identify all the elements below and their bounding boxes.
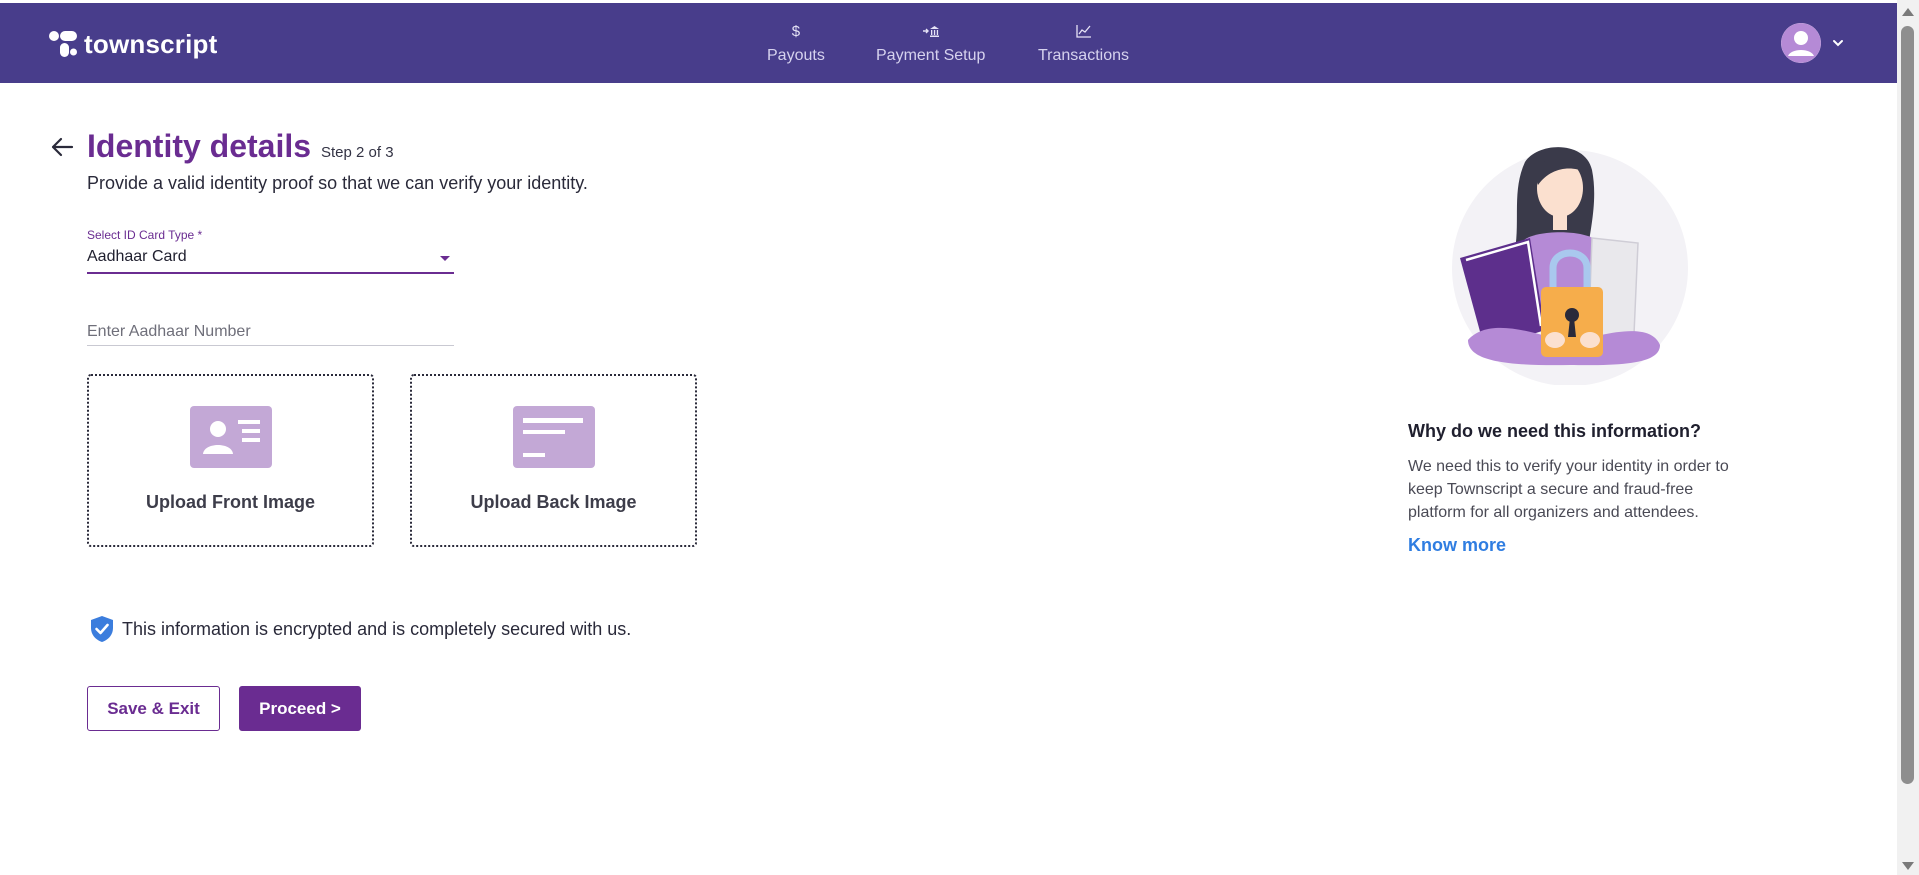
line-chart-icon — [1075, 21, 1092, 41]
scrollbar-thumb[interactable] — [1901, 26, 1914, 784]
nav-payment-setup[interactable]: Payment Setup — [876, 21, 985, 65]
townscript-logo-icon — [49, 31, 77, 57]
page-subtitle: Provide a valid identity proof so that w… — [87, 173, 588, 193]
id-card-back-icon — [513, 406, 595, 468]
dollar-icon: $ — [791, 22, 801, 40]
identity-security-illustration — [1452, 147, 1688, 385]
top-navigation-bar: townscript $ Payouts Payment Setup Trans… — [0, 0, 1897, 83]
upload-front-image-button[interactable]: Upload Front Image — [87, 374, 374, 547]
scroll-down-arrow-icon[interactable] — [1902, 862, 1914, 870]
security-note: This information is encrypted and is com… — [90, 615, 631, 643]
know-more-link[interactable]: Know more — [1408, 535, 1506, 556]
upload-front-label: Upload Front Image — [145, 492, 315, 512]
upload-back-image-button[interactable]: Upload Back Image — [410, 374, 697, 547]
id-card-front-icon — [190, 406, 272, 468]
upload-back-label: Upload Back Image — [470, 492, 637, 512]
id-type-value: Aadhaar Card — [87, 248, 187, 265]
back-arrow-icon[interactable] — [50, 136, 74, 158]
nav-payouts[interactable]: $ Payouts — [767, 21, 825, 65]
vertical-scrollbar[interactable] — [1897, 0, 1919, 875]
bank-transfer-icon — [922, 21, 940, 41]
info-title: Why do we need this information? — [1408, 421, 1702, 441]
save-and-exit-button[interactable]: Save & Exit — [87, 686, 220, 731]
page-title: Identity details — [87, 128, 312, 164]
scroll-up-arrow-icon[interactable] — [1902, 8, 1914, 16]
nav-payment-setup-label: Payment Setup — [876, 47, 986, 64]
proceed-button[interactable]: Proceed > — [239, 686, 361, 731]
logo-text: townscript — [84, 29, 218, 59]
townscript-logo[interactable]: townscript — [48, 30, 217, 58]
dropdown-caret-icon — [440, 256, 450, 261]
profile-menu[interactable] — [1781, 23, 1845, 63]
chevron-down-icon — [1833, 40, 1843, 47]
step-indicator: Step 2 of 3 — [321, 144, 394, 161]
id-type-select[interactable]: Aadhaar Card — [87, 246, 454, 274]
nav-payouts-label: Payouts — [767, 47, 825, 64]
info-description: We need this to verify your identity in … — [1408, 458, 1729, 521]
shield-check-icon — [91, 616, 113, 642]
security-note-text: This information is encrypted and is com… — [122, 618, 632, 639]
id-type-label: Select ID Card Type * — [87, 228, 203, 242]
aadhaar-number-input[interactable] — [87, 318, 454, 346]
nav-transactions[interactable]: Transactions — [1038, 21, 1129, 65]
user-avatar-icon — [1781, 23, 1821, 63]
nav-transactions-label: Transactions — [1038, 47, 1129, 64]
